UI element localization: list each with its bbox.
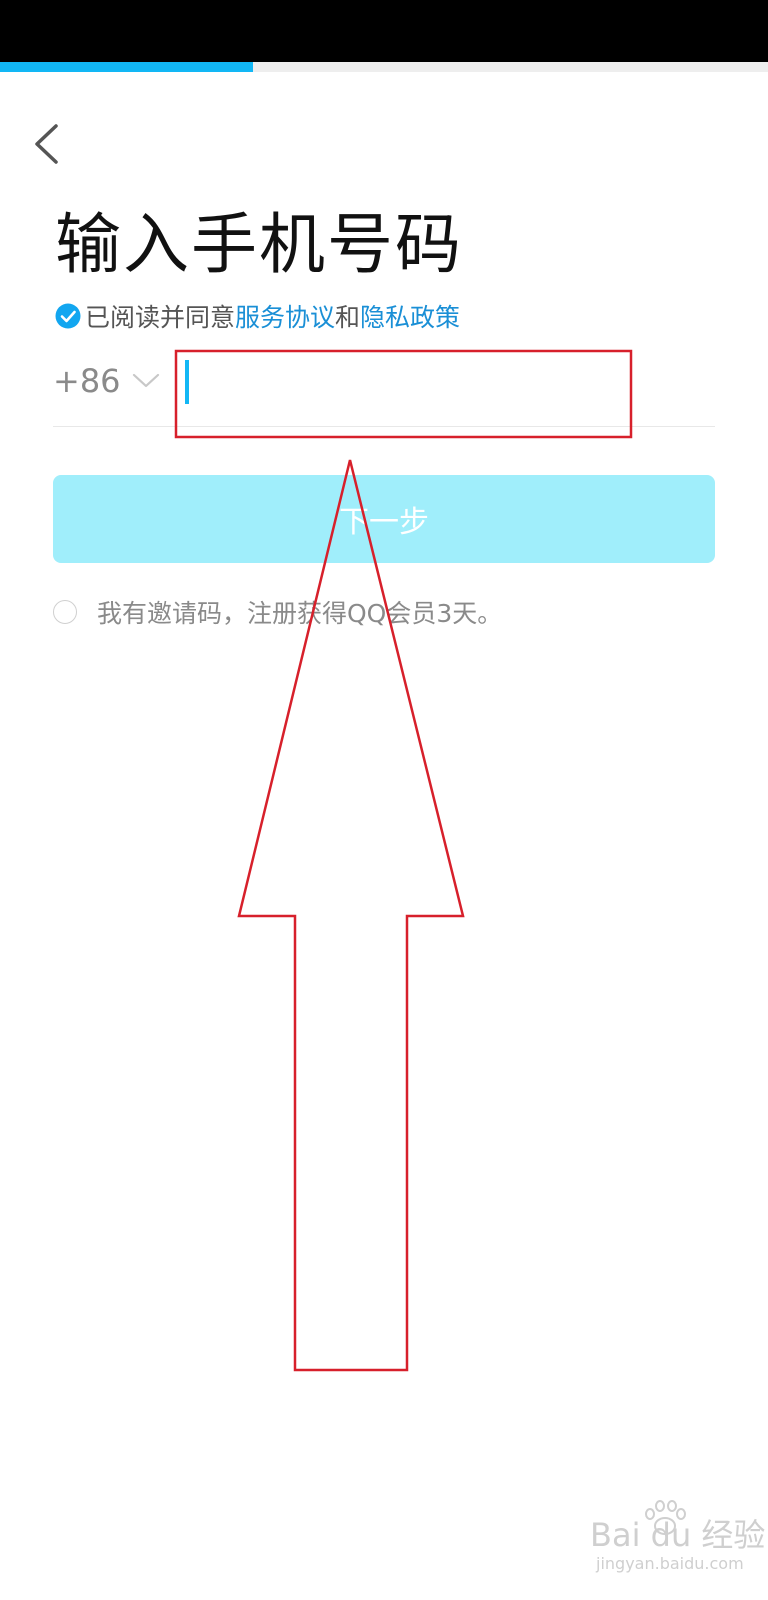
privacy-policy-link[interactable]: 隐私政策	[360, 298, 460, 334]
back-button[interactable]	[28, 120, 68, 170]
progress-fill	[0, 62, 254, 72]
checkbox-checked-icon[interactable]	[55, 303, 81, 329]
invite-code-checkbox[interactable]	[53, 600, 77, 624]
country-code-selector[interactable]: +86	[53, 361, 161, 401]
chevron-left-icon	[35, 124, 58, 164]
phone-number-input[interactable]	[197, 357, 597, 407]
next-step-button[interactable]: 下一步	[53, 475, 715, 563]
agreement-row: 已阅读并同意 服务协议 和 隐私政策	[55, 296, 460, 336]
page-title: 输入手机号码	[55, 206, 463, 283]
country-code-label: +86	[53, 362, 121, 400]
register-phone-page: 输入手机号码 已阅读并同意 服务协议 和 隐私政策 +86 下一步 我有邀请码，…	[0, 0, 768, 1600]
next-step-label: 下一步	[339, 505, 429, 540]
chevron-down-icon	[132, 373, 159, 388]
terms-of-service-link[interactable]: 服务协议	[235, 298, 335, 334]
progress-bar	[0, 62, 768, 72]
baidu-jingyan-watermark: Bai du 经验 jingyan.baidu.com	[590, 1500, 765, 1585]
invite-code-label: 我有邀请码，注册获得QQ会员3天。	[97, 599, 503, 628]
watermark-brand: Bai du 经验	[590, 1516, 766, 1554]
invite-code-option[interactable]: 我有邀请码，注册获得QQ会员3天。	[53, 592, 502, 632]
agreement-prefix: 已阅读并同意	[85, 303, 236, 332]
watermark-url: jingyan.baidu.com	[596, 1554, 744, 1573]
agreement-and-text: 和	[335, 303, 361, 332]
phone-input-row: +86	[53, 345, 715, 427]
input-divider	[53, 426, 715, 427]
text-cursor	[185, 360, 189, 404]
status-bar	[0, 0, 768, 62]
phone-number-field[interactable]	[173, 345, 618, 427]
